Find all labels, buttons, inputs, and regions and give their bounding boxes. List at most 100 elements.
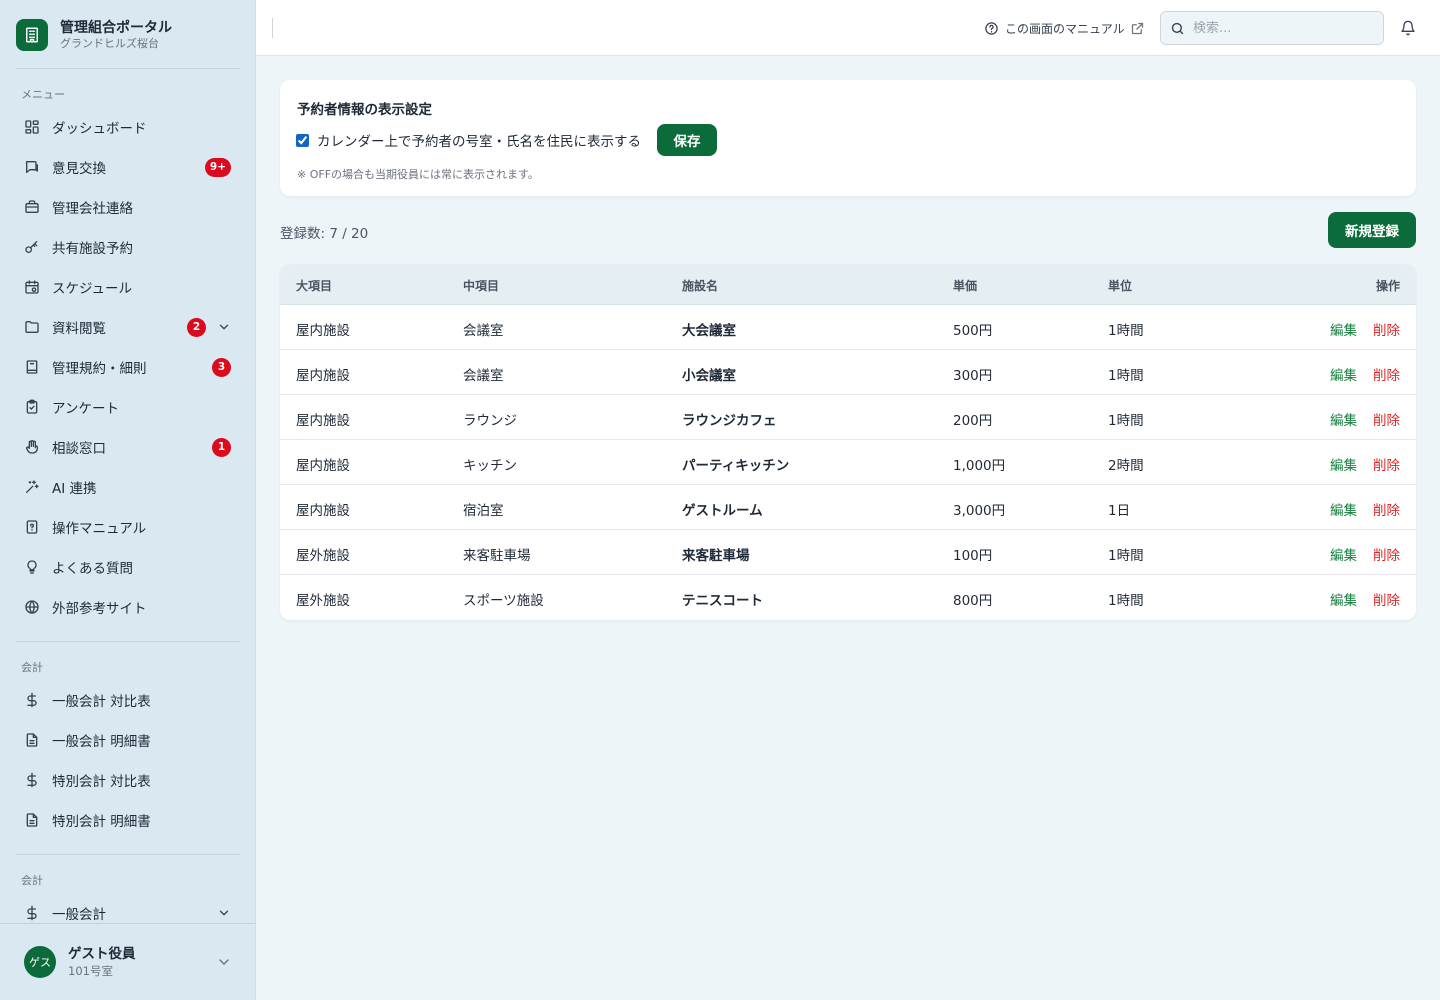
registration-count: 登録数: 7 / 20 <box>280 226 369 242</box>
user-menu[interactable]: ゲス ゲスト役員 101号室 <box>0 923 255 1000</box>
delete-link[interactable]: 削除 <box>1373 409 1400 429</box>
sidebar-item-management-company[interactable]: 管理会社連絡 <box>16 189 240 225</box>
table-row: 屋内施設 ラウンジ ラウンジカフェ 200円 1時間 編集 削除 <box>280 395 1416 440</box>
accounting-section-label: 会計 <box>21 661 43 674</box>
table-header: 大項目 中項目 施設名 単価 単位 操作 <box>280 264 1416 305</box>
chevron-down-icon[interactable] <box>216 954 232 970</box>
sidebar-item-special-comparison[interactable]: 特別会計 対比表 <box>16 762 240 798</box>
delete-link[interactable]: 削除 <box>1373 544 1400 564</box>
menu-section-label: メニュー <box>21 88 65 101</box>
sidebar-item-bylaws[interactable]: 管理規約・細則 3 <box>16 349 240 385</box>
facility-name-cell: 来客駐車場 <box>682 548 750 564</box>
sidebar-item-label: 外部参考サイト <box>52 601 147 617</box>
sidebar-item-faq[interactable]: よくある質問 <box>16 549 240 585</box>
table-row: 屋外施設 スポーツ施設 テニスコート 800円 1時間 編集 削除 <box>280 575 1416 620</box>
delete-link[interactable]: 削除 <box>1373 364 1400 384</box>
subcategory-cell: ラウンジ <box>463 413 517 429</box>
sidebar-item-label: 相談窓口 <box>52 441 106 457</box>
chevron-down-icon[interactable] <box>216 319 232 335</box>
settings-note: ※ OFFの場合も当期役員には常に表示されます。 <box>297 168 539 181</box>
building-icon <box>16 19 48 51</box>
document-icon <box>24 812 40 828</box>
settings-row: カレンダー上で予約者の号室・氏名を住民に表示する 保存 <box>296 124 717 156</box>
edit-link[interactable]: 編集 <box>1330 544 1357 564</box>
unit-cell: 1日 <box>1108 503 1131 519</box>
chat-icon <box>24 159 40 175</box>
sidebar-divider <box>16 854 240 855</box>
sidebar-item-general-comparison[interactable]: 一般会計 対比表 <box>16 682 240 718</box>
new-registration-button[interactable]: 新規登録 <box>1328 212 1416 248</box>
sidebar-item-label: よくある質問 <box>52 561 133 577</box>
delete-link[interactable]: 削除 <box>1373 319 1400 339</box>
sidebar-item-facility-booking[interactable]: 共有施設予約 <box>16 229 240 265</box>
sidebar-divider <box>16 641 240 642</box>
sidebar-item-discussion[interactable]: 意見交換 9+ <box>16 149 240 185</box>
screen-manual-link[interactable]: この画面のマニュアル <box>984 19 1145 37</box>
hand-icon <box>24 439 40 455</box>
top-header: この画面のマニュアル <box>256 0 1440 56</box>
category-cell: 屋内施設 <box>296 413 350 429</box>
sidebar-item-survey[interactable]: アンケート <box>16 389 240 425</box>
sidebar-item-schedule[interactable]: スケジュール <box>16 269 240 305</box>
sidebar-item-general-statement[interactable]: 一般会計 明細書 <box>16 722 240 758</box>
sidebar-item-external-sites[interactable]: 外部参考サイト <box>16 589 240 625</box>
save-button[interactable]: 保存 <box>657 124 717 156</box>
unit-cell: 1時間 <box>1108 413 1144 429</box>
delete-link[interactable]: 削除 <box>1373 589 1400 609</box>
edit-link[interactable]: 編集 <box>1330 454 1357 474</box>
column-header: 操作 <box>1375 279 1400 293</box>
avatar: ゲス <box>24 946 56 978</box>
table-row: 屋内施設 宿泊室 ゲストルーム 3,000円 1日 編集 削除 <box>280 485 1416 530</box>
unit-cell: 1時間 <box>1108 368 1144 384</box>
unit-price-cell: 3,000円 <box>953 503 1006 519</box>
edit-link[interactable]: 編集 <box>1330 499 1357 519</box>
chevron-down-icon[interactable] <box>216 905 232 921</box>
unread-badge: 3 <box>212 357 231 377</box>
unread-badge: 9+ <box>204 157 231 177</box>
sidebar-item-documents[interactable]: 資料閲覧 2 <box>16 309 240 345</box>
sidebar-item-label: アンケート <box>52 401 119 417</box>
sidebar-item-dashboard[interactable]: ダッシュボード <box>16 109 240 145</box>
category-cell: 屋内施設 <box>296 368 350 384</box>
subcategory-cell: 来客駐車場 <box>463 548 531 564</box>
table-row: 屋内施設 会議室 大会議室 500円 1時間 編集 削除 <box>280 305 1416 350</box>
edit-link[interactable]: 編集 <box>1330 409 1357 429</box>
sidebar-item-label: AI 連携 <box>52 481 97 497</box>
brand[interactable]: 管理組合ポータル グランドヒルズ桜台 <box>16 17 240 53</box>
category-cell: 屋外施設 <box>296 593 350 609</box>
delete-link[interactable]: 削除 <box>1373 454 1400 474</box>
dollar-icon <box>24 905 40 921</box>
edit-link[interactable]: 編集 <box>1330 364 1357 384</box>
sidebar-item-ai[interactable]: AI 連携 <box>16 469 240 505</box>
manual-link-label: この画面のマニュアル <box>1005 21 1125 36</box>
unit-price-cell: 100円 <box>953 548 993 564</box>
column-header: 大項目 <box>296 279 333 293</box>
show-booker-checkbox[interactable] <box>296 133 309 147</box>
table-body: 屋内施設 会議室 大会議室 500円 1時間 編集 削除 屋内施設 会議室 小会議室 300円 1時間… <box>280 305 1416 620</box>
help-circle-icon <box>984 21 999 36</box>
sidebar-item-consultation[interactable]: 相談窓口 1 <box>16 429 240 465</box>
subcategory-cell: スポーツ施設 <box>463 593 544 609</box>
unit-price-cell: 500円 <box>953 323 993 339</box>
search-input[interactable] <box>1193 20 1373 36</box>
book-icon <box>24 359 40 375</box>
column-header: 単位 <box>1108 279 1133 293</box>
header-divider <box>272 18 273 38</box>
edit-link[interactable]: 編集 <box>1330 589 1357 609</box>
edit-link[interactable]: 編集 <box>1330 319 1357 339</box>
dollar-icon <box>24 692 40 708</box>
sidebar-item-manual[interactable]: 操作マニュアル <box>16 509 240 545</box>
calendar-icon <box>24 279 40 295</box>
column-header: 施設名 <box>682 279 719 293</box>
category-cell: 屋内施設 <box>296 323 350 339</box>
bell-icon[interactable] <box>1400 20 1416 36</box>
sidebar-item-label: ダッシュボード <box>52 121 147 137</box>
unit-cell: 1時間 <box>1108 323 1144 339</box>
brand-title: 管理組合ポータル <box>60 20 172 36</box>
sidebar-item-special-statement[interactable]: 特別会計 明細書 <box>16 802 240 838</box>
table-row: 屋外施設 来客駐車場 来客駐車場 100円 1時間 編集 削除 <box>280 530 1416 575</box>
delete-link[interactable]: 削除 <box>1373 499 1400 519</box>
show-booker-label[interactable]: カレンダー上で予約者の号室・氏名を住民に表示する <box>317 130 641 150</box>
search-box[interactable] <box>1160 11 1384 45</box>
dashboard-icon <box>24 119 40 135</box>
